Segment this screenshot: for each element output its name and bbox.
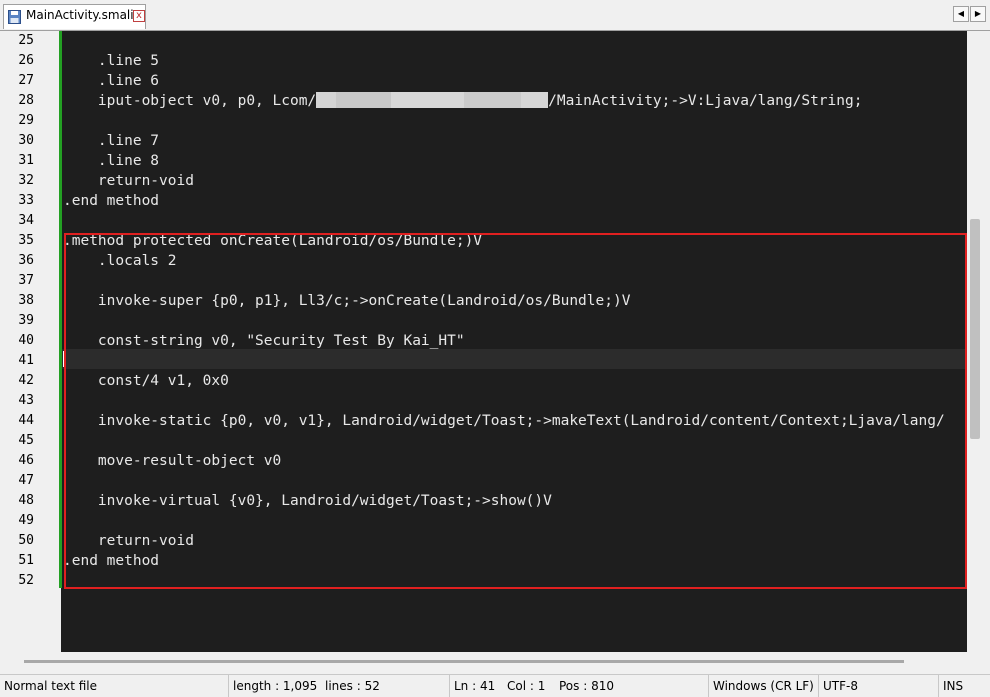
line-number: 25 xyxy=(18,33,34,48)
status-insert-mode: INS xyxy=(938,675,963,697)
vertical-scrollbar-thumb[interactable] xyxy=(970,219,980,439)
line-number: 48 xyxy=(18,493,34,508)
line-number: 29 xyxy=(18,113,34,128)
line-number: 46 xyxy=(18,453,34,468)
code-text-segment: /MainActivity;->V:Ljava/lang/String; xyxy=(548,93,863,109)
close-tab-icon[interactable]: x xyxy=(133,10,145,22)
code-text: iput-object v0, p0, Lcom/ /MainActivity;-… xyxy=(63,91,862,111)
code-line[interactable]: 27 .line 6 xyxy=(4,71,985,91)
line-number: 35 xyxy=(18,233,34,248)
tab-bar: MainActivity.smali x ◀ ▶ xyxy=(0,0,990,31)
tab-label: MainActivity.smali xyxy=(26,8,134,22)
scroll-tabs-right-button[interactable]: ▶ xyxy=(970,6,986,22)
line-number: 31 xyxy=(18,153,34,168)
line-number: 28 xyxy=(18,93,34,108)
save-file-icon xyxy=(8,10,21,24)
code-line[interactable]: 28 iput-object v0, p0, Lcom/ /MainActivit… xyxy=(4,91,985,111)
status-length: length : 1,095 xyxy=(228,675,317,697)
vertical-scrollbar[interactable] xyxy=(967,31,985,652)
code-text: .line 6 xyxy=(63,73,160,89)
line-number: 30 xyxy=(18,133,34,148)
status-lines: lines : 52 xyxy=(325,679,380,693)
line-number: 43 xyxy=(18,393,34,408)
line-number: 39 xyxy=(18,313,34,328)
annotation-highlight-box xyxy=(64,233,967,589)
status-file-type: Normal text file xyxy=(4,679,98,693)
line-number: 27 xyxy=(18,73,34,88)
code-line[interactable]: 29 xyxy=(4,111,985,131)
line-number: 49 xyxy=(18,513,34,528)
line-number: 32 xyxy=(18,173,34,188)
code-line[interactable]: 32 return-void xyxy=(4,171,985,191)
code-line[interactable]: 25 xyxy=(4,31,985,51)
code-text: .line 5 xyxy=(63,53,160,69)
scroll-tabs-left-button[interactable]: ◀ xyxy=(953,6,969,22)
line-number: 42 xyxy=(18,373,34,388)
line-number: 44 xyxy=(18,413,34,428)
line-number: 26 xyxy=(18,53,34,68)
code-line[interactable]: 26 .line 5 xyxy=(4,51,985,71)
code-line[interactable]: 34 xyxy=(4,211,985,231)
redacted-package-name xyxy=(316,92,549,108)
line-number: 33 xyxy=(18,193,34,208)
status-encoding[interactable]: UTF-8 xyxy=(818,675,858,697)
code-text-segment: iput-object v0, p0, Lcom/ xyxy=(63,93,317,109)
code-text: .end method xyxy=(63,193,160,209)
code-line[interactable]: 33 .end method xyxy=(4,191,985,211)
line-number: 50 xyxy=(18,533,34,548)
line-number: 47 xyxy=(18,473,34,488)
code-text: return-void xyxy=(63,173,194,189)
line-number: 34 xyxy=(18,213,34,228)
line-number: 40 xyxy=(18,333,34,348)
code-editor[interactable]: 25 26 .line 5 27 .line 6 28 iput-object v0,… xyxy=(4,31,985,652)
line-number: 36 xyxy=(18,253,34,268)
code-line[interactable]: 31 .line 8 xyxy=(4,151,985,171)
tab-mainactivity-smali[interactable]: MainActivity.smali x xyxy=(3,4,146,29)
status-bar: Normal text file length : 1,095 lines : … xyxy=(0,674,990,697)
line-number: 41 xyxy=(18,353,34,368)
code-text: .line 7 xyxy=(63,133,160,149)
status-line-number: Ln : 41 xyxy=(449,675,495,697)
status-column: Col : 1 xyxy=(507,679,546,693)
horizontal-scrollbar[interactable] xyxy=(4,652,985,670)
status-eol-format[interactable]: Windows (CR LF) xyxy=(708,675,814,697)
code-line[interactable]: 30 .line 7 xyxy=(4,131,985,151)
line-number: 52 xyxy=(18,573,34,588)
line-number: 38 xyxy=(18,293,34,308)
line-number: 51 xyxy=(18,553,34,568)
status-position: Pos : 810 xyxy=(559,679,614,693)
horizontal-scrollbar-thumb[interactable] xyxy=(24,660,904,663)
line-number: 45 xyxy=(18,433,34,448)
line-number: 37 xyxy=(18,273,34,288)
code-text: .line 8 xyxy=(63,153,160,169)
